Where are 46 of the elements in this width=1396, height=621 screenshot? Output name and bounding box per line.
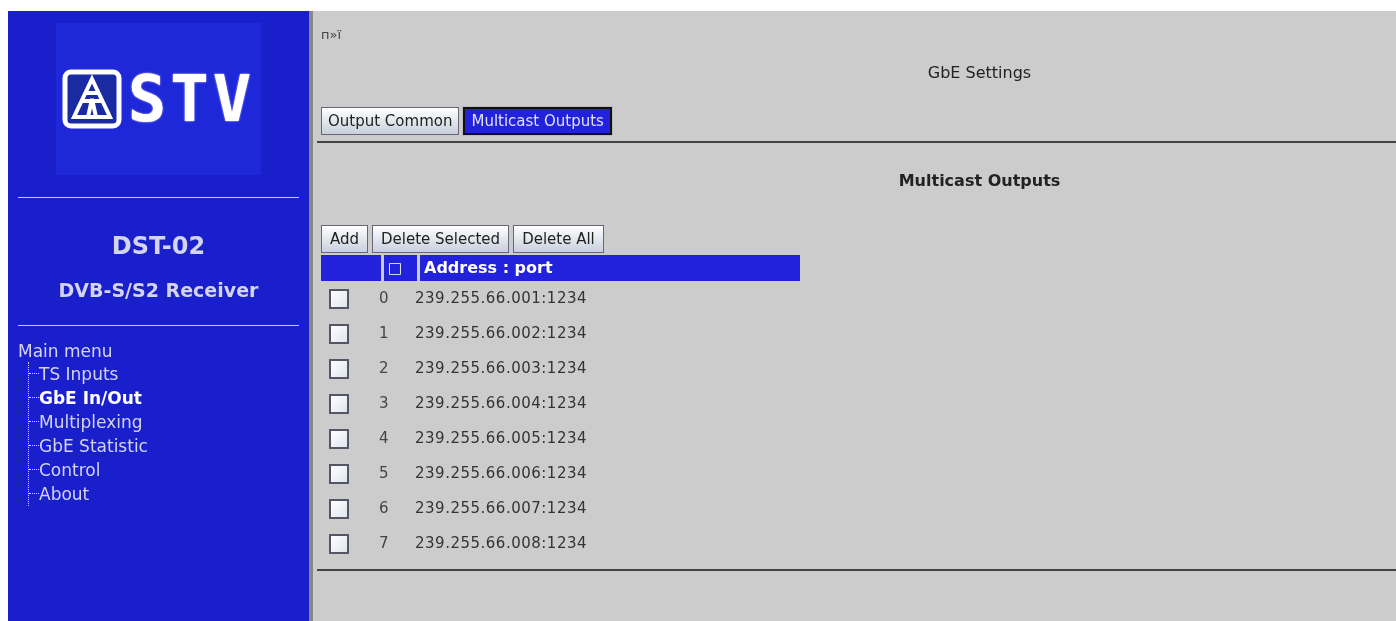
product-title: DVB-S/S2 Receiver	[57, 278, 260, 303]
action-button[interactable]: Delete Selected	[372, 225, 510, 253]
address-cell-text: 239.255.66.002:1234	[415, 323, 587, 345]
row-index: 1	[379, 323, 390, 345]
checkbox[interactable]	[329, 463, 349, 484]
menu-item[interactable]: Multiplexing	[39, 410, 143, 433]
row-index: 3	[379, 393, 390, 415]
address-cell-text: 239.255.66.005:1234	[415, 428, 587, 450]
emblem-icon	[61, 69, 122, 129]
address-cell-text: 239.255.66.008:1234	[415, 533, 587, 555]
section-title: Multicast Outputs	[897, 170, 1062, 192]
header-cell: □	[384, 255, 417, 281]
address-cell-text: 239.255.66.001:1234	[415, 288, 587, 310]
address-cell-text: 239.255.66.007:1234	[415, 498, 587, 520]
row-index: 7	[379, 533, 390, 555]
logo-text: STV	[127, 67, 256, 131]
checkbox[interactable]	[329, 288, 349, 309]
garbled-text: п»ї	[320, 26, 343, 44]
header-cell: Address : port	[420, 255, 800, 281]
menu-item[interactable]: GbE In/Out	[39, 386, 142, 409]
action-button[interactable]: Add	[321, 225, 369, 253]
row-index: 6	[379, 498, 390, 520]
menu-title: Main menu	[17, 339, 114, 362]
tab[interactable]: Multicast Outputs	[463, 107, 612, 135]
row-index: 2	[379, 358, 390, 380]
address-cell-text: 239.255.66.003:1234	[415, 358, 587, 380]
row-index: 5	[379, 463, 390, 485]
checkbox[interactable]	[329, 428, 349, 449]
address-cell-text: 239.255.66.006:1234	[415, 463, 587, 485]
menu-item[interactable]: Control	[39, 458, 101, 481]
row-index: 4	[379, 428, 390, 450]
menu-item[interactable]: TS Inputs	[39, 362, 119, 385]
checkbox[interactable]	[329, 323, 349, 344]
checkbox[interactable]	[329, 358, 349, 379]
action-button[interactable]: Delete All	[513, 225, 604, 253]
menu-item[interactable]: About	[39, 482, 90, 505]
tab[interactable]: Output Common	[321, 107, 460, 135]
row-index: 0	[379, 288, 390, 310]
checkbox[interactable]	[329, 393, 349, 414]
menu-item[interactable]: GbE Statistic	[39, 434, 148, 457]
address-cell-text: 239.255.66.004:1234	[415, 393, 587, 415]
model-title: DST-02	[110, 231, 207, 262]
checkbox[interactable]	[329, 533, 349, 554]
page-title: GbE Settings	[926, 62, 1033, 84]
checkbox[interactable]	[329, 498, 349, 519]
header-cell	[321, 255, 381, 281]
